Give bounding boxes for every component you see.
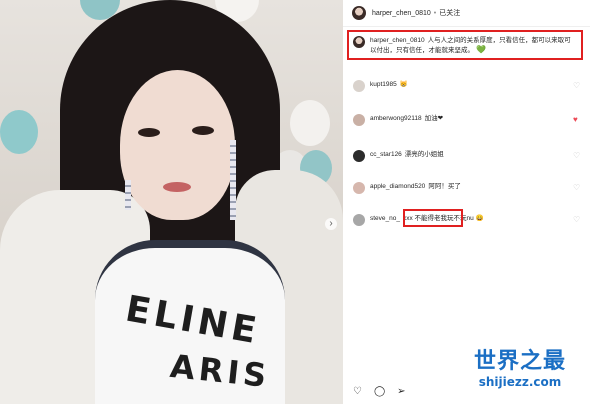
heart-icon[interactable]: ♡ bbox=[573, 82, 581, 90]
heart-filled-icon[interactable]: ♥ bbox=[573, 116, 581, 124]
avatar[interactable] bbox=[353, 182, 365, 194]
lips bbox=[163, 182, 191, 192]
share-icon[interactable]: ➢ bbox=[397, 386, 405, 397]
comment-text: 阿阿！买了 bbox=[428, 183, 461, 190]
site-watermark: 世界之最 shijiezz.com bbox=[455, 343, 585, 389]
post-owner-username[interactable]: harper_chen_0810 bbox=[372, 10, 431, 17]
comment-username[interactable]: amberwong92118 bbox=[370, 115, 422, 122]
comment-text: 漂亮的小姐姐 bbox=[404, 151, 444, 158]
avatar[interactable] bbox=[352, 6, 366, 20]
comment-row: apple_diamond520 阿阿！买了 ♡ bbox=[353, 182, 585, 194]
comment-username[interactable]: kupt1985 bbox=[370, 81, 397, 88]
post-header: harper_chen_0810 • 已关注 bbox=[343, 0, 590, 27]
comment-row: steve_no_ xxx 不能得老我玩不玩nu 😄 ♡ bbox=[353, 214, 585, 226]
caption-highlight-box: harper_chen_0810 人与人之间的关系厚度，只看信任，都可以来取可以付… bbox=[347, 30, 583, 60]
caption-username[interactable]: harper_chen_0810 bbox=[370, 37, 425, 44]
face bbox=[120, 70, 235, 220]
heart-icon[interactable]: ♡ bbox=[573, 184, 581, 192]
comment-username[interactable]: apple_diamond520 bbox=[370, 183, 425, 190]
watermark-title: 世界之最 bbox=[473, 349, 566, 374]
post-photo: ELINE ARIS › bbox=[0, 0, 343, 404]
heart-icon[interactable]: ♡ bbox=[573, 216, 581, 224]
heart-outline-icon[interactable]: ♡ bbox=[353, 386, 362, 397]
comment-row: amberwong92118 加油❤ ♥ bbox=[353, 114, 585, 126]
avatar[interactable] bbox=[353, 114, 365, 126]
avatar[interactable] bbox=[353, 36, 365, 48]
earring bbox=[230, 140, 236, 220]
follow-status[interactable]: 已关注 bbox=[439, 8, 460, 18]
avatar[interactable] bbox=[353, 150, 365, 162]
comment-text: 加油❤ bbox=[424, 115, 444, 122]
comment-row: kupt1985 😸 ♡ bbox=[353, 80, 585, 92]
comment-username[interactable]: steve_no_ bbox=[370, 215, 400, 222]
caption: harper_chen_0810 人与人之间的关系厚度，只看信任，都可以来取可以付… bbox=[370, 36, 577, 54]
instagram-post-screenshot: ELINE ARIS › harper_chen_0810 • 已关注 harp… bbox=[0, 0, 590, 404]
eye bbox=[138, 128, 160, 137]
carousel-next-icon[interactable]: › bbox=[325, 218, 337, 230]
green-heart-emoji: 💚 bbox=[476, 45, 486, 54]
watermark-url: shijiezz.com bbox=[478, 375, 562, 389]
comment-username[interactable]: cc_star126 bbox=[370, 151, 402, 158]
comment-highlight-box bbox=[403, 209, 463, 227]
heart-icon[interactable]: ♡ bbox=[573, 152, 581, 160]
eye bbox=[192, 126, 214, 135]
separator-dot: • bbox=[433, 9, 437, 17]
earring bbox=[125, 180, 131, 210]
avatar[interactable] bbox=[353, 214, 365, 226]
post-action-bar: ♡ ◯ ➢ bbox=[353, 386, 406, 397]
comment-icon[interactable]: ◯ bbox=[374, 386, 385, 397]
white-balloon bbox=[290, 100, 330, 146]
avatar[interactable] bbox=[353, 80, 365, 92]
teal-balloon bbox=[0, 110, 38, 154]
comment-text: 😸 bbox=[399, 81, 408, 88]
comment-row: cc_star126 漂亮的小姐姐 ♡ bbox=[353, 150, 585, 162]
